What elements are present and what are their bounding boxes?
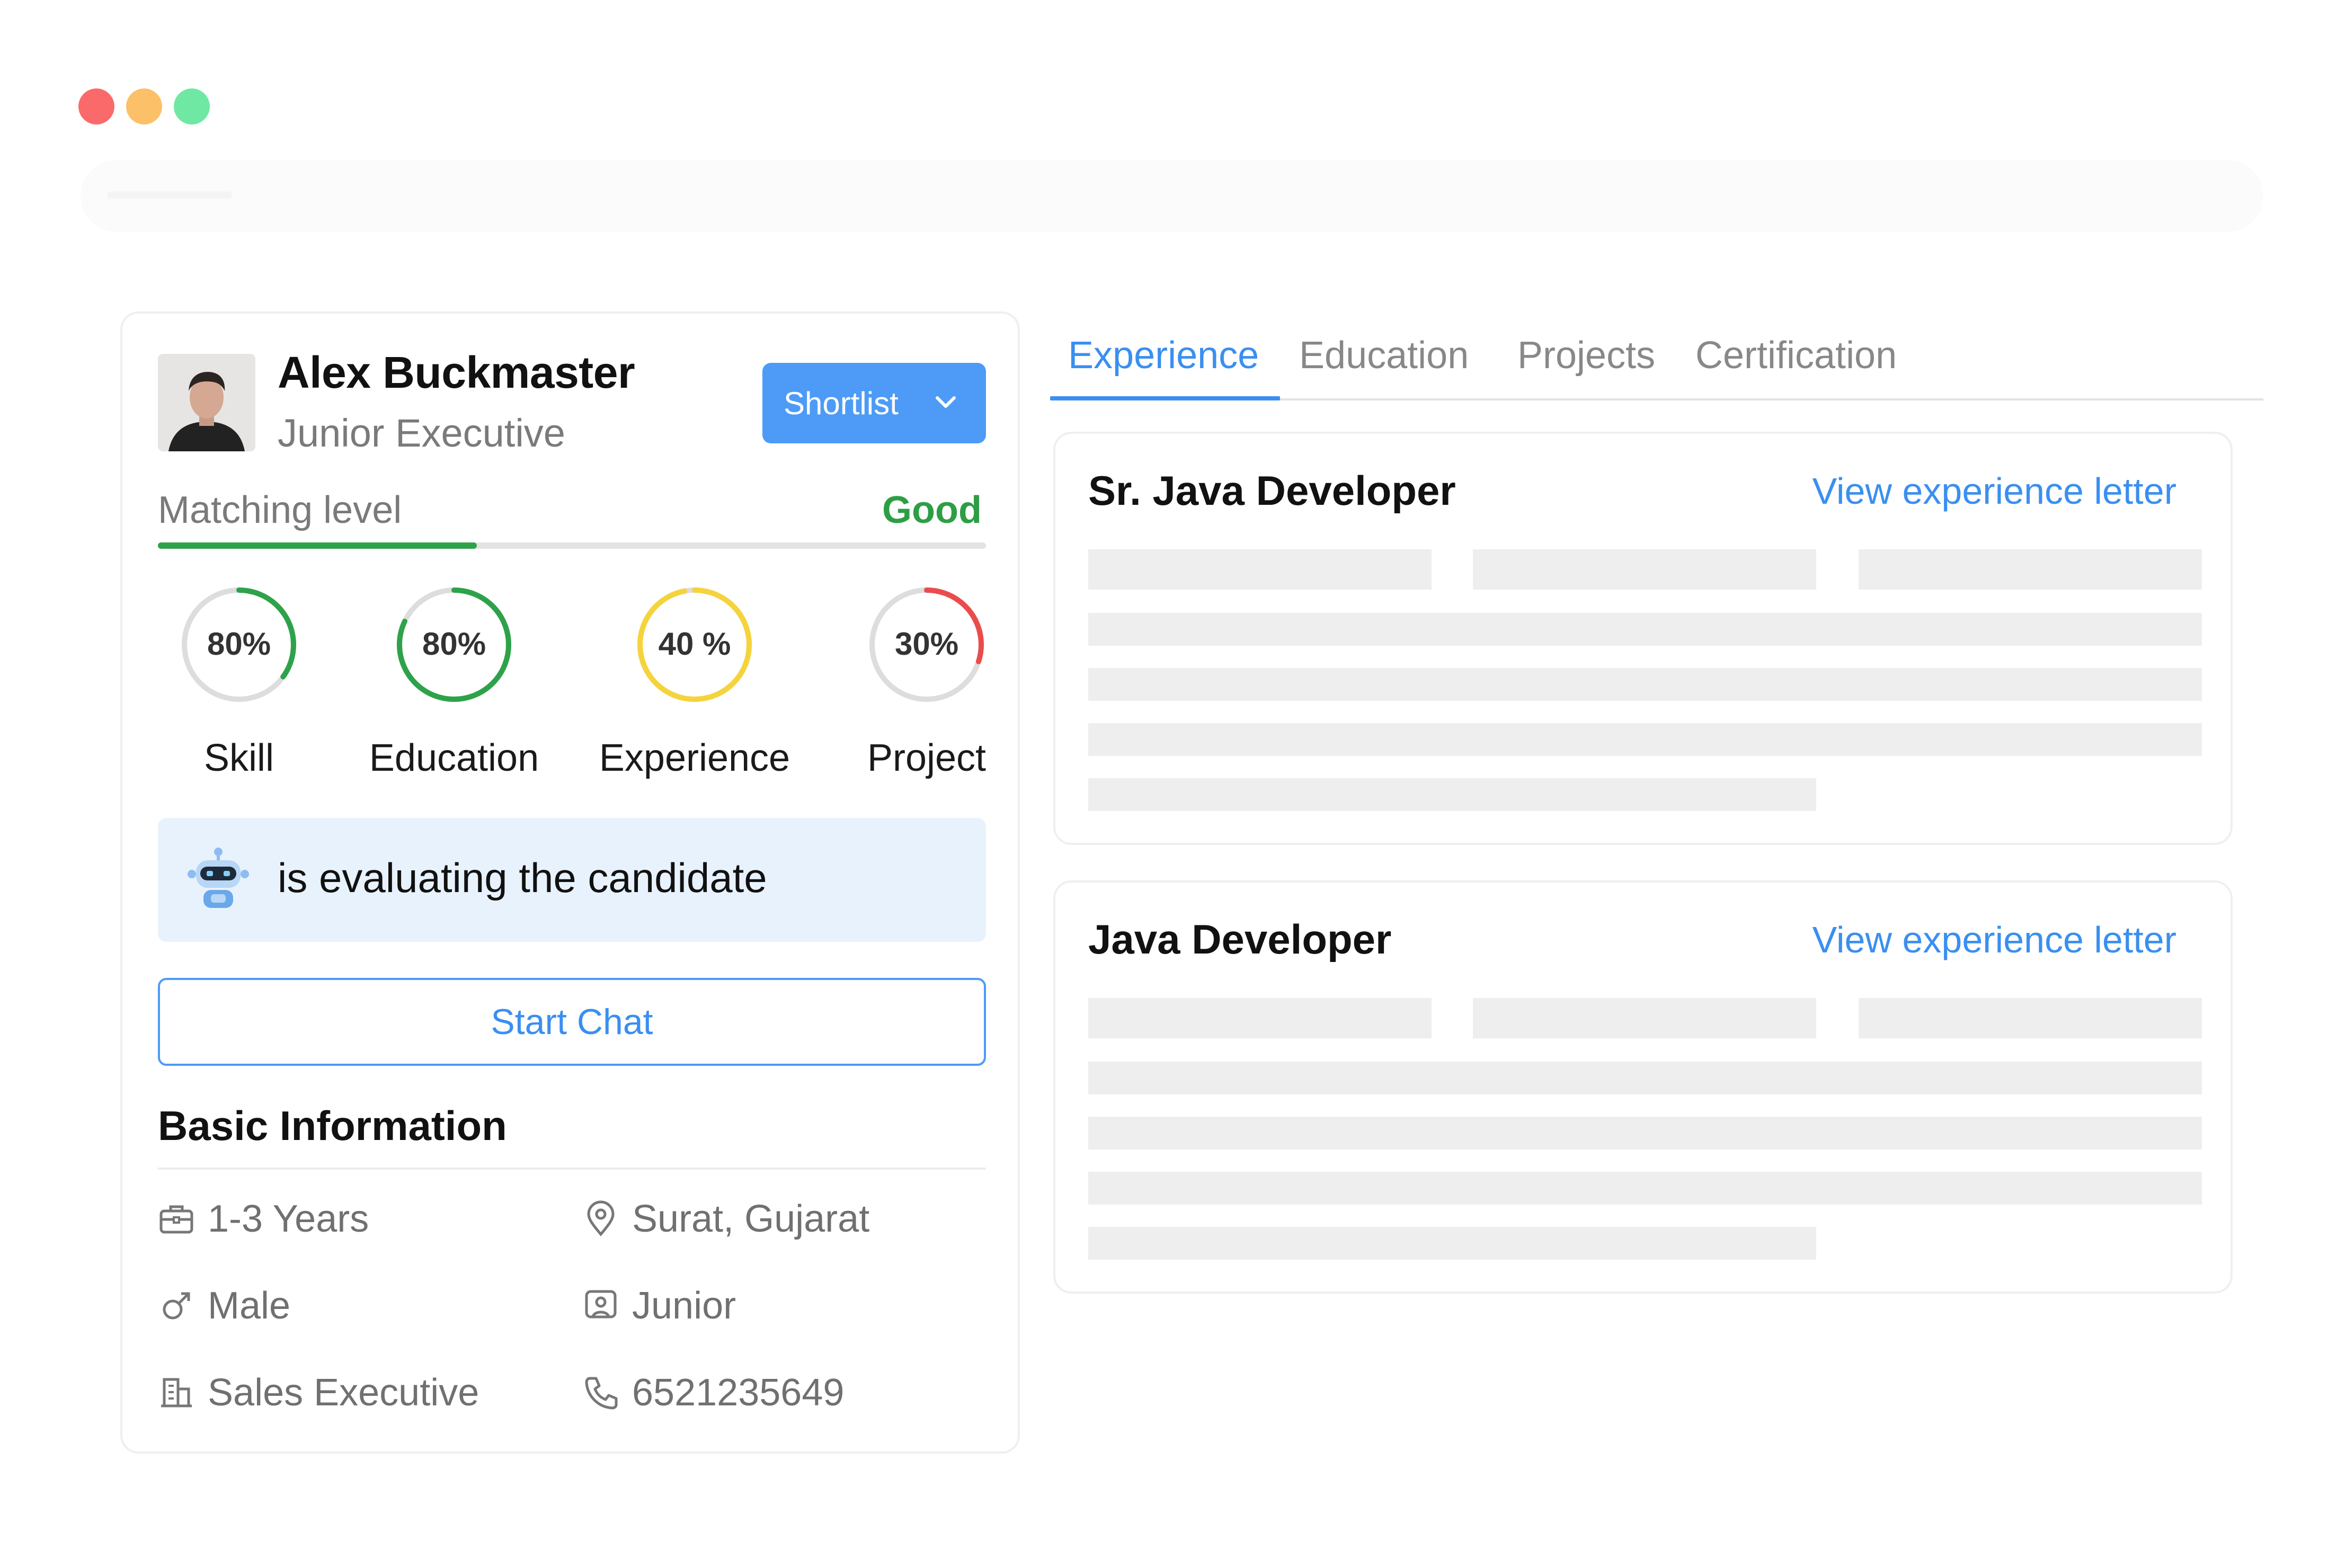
skeleton-line (1088, 668, 2202, 701)
experience-title: Sr. Java Developer (1088, 467, 1456, 514)
skeleton-line (1088, 998, 1432, 1038)
phone-icon (585, 1377, 618, 1410)
project-score-label: Project (867, 737, 987, 779)
phone-value: 6521235649 (632, 1371, 845, 1414)
score-experience: 40 % Experience (594, 584, 795, 780)
experience-score-value: 40 % (658, 626, 731, 662)
skeleton-line (1473, 998, 1816, 1038)
experience-score-label: Experience (599, 737, 790, 779)
skeleton-line (1088, 1062, 2202, 1094)
address-bar[interactable] (81, 161, 2263, 231)
info-location: Surat, Gujarat (582, 1197, 869, 1241)
profile-tabs: Experience Education Projects Certificat… (1050, 318, 2263, 403)
tab-education[interactable]: Education (1299, 334, 1469, 377)
close-window-button[interactable] (78, 88, 114, 124)
tab-projects[interactable]: Projects (1517, 334, 1655, 377)
department-value: Sales Executive (208, 1371, 479, 1414)
robot-icon (188, 848, 249, 908)
location-value: Surat, Gujarat (632, 1198, 870, 1240)
building-icon (161, 1378, 192, 1407)
start-chat-button[interactable]: Start Chat (158, 978, 986, 1066)
education-score-value: 80% (422, 626, 486, 662)
candidate-name: Alex Buckmaster (278, 348, 635, 397)
skeleton-line (1088, 1117, 2202, 1150)
skeleton-line (1088, 549, 1432, 590)
skeleton-line (1859, 549, 2202, 590)
skill-score-label: Skill (203, 737, 274, 779)
evaluation-status-text: is evaluating the candidate (278, 854, 767, 901)
info-phone: 6521235649 (582, 1371, 844, 1414)
minimize-window-button[interactable] (126, 88, 162, 124)
user-badge-icon (585, 1290, 617, 1318)
ai-evaluation-banner: is evaluating the candidate (158, 818, 986, 942)
skeleton-line (1088, 1172, 2202, 1205)
info-department: Sales Executive (158, 1371, 479, 1414)
experience-years: 1-3 Years (208, 1198, 369, 1240)
avatar (158, 354, 255, 451)
skeleton-line (1088, 613, 2202, 646)
tab-certification[interactable]: Certification (1695, 334, 1897, 377)
matching-level-label: Matching level (158, 489, 402, 531)
view-experience-letter-link[interactable]: View experience letter (1812, 919, 2176, 961)
matching-level-value: Good (882, 489, 982, 531)
shortlist-label: Shortlist (784, 385, 899, 421)
skeleton-line (1859, 998, 2202, 1038)
score-skill: 80% Skill (138, 584, 340, 780)
experience-title: Java Developer (1088, 916, 1392, 963)
window-controls (78, 88, 210, 124)
matching-level-fill (158, 542, 477, 549)
skill-score-value: 80% (207, 626, 271, 662)
divider (158, 1168, 986, 1170)
skeleton-line (1473, 549, 1816, 590)
education-score-label: Education (369, 737, 539, 779)
location-pin-icon (587, 1200, 615, 1236)
male-icon (163, 1292, 190, 1320)
skeleton-line (1088, 778, 1816, 811)
candidate-profile-card: Alex Buckmaster Junior Executive Shortli… (120, 311, 1020, 1454)
experience-card: Java Developer View experience letter (1053, 880, 2233, 1294)
score-project: 30% Project (826, 584, 1027, 780)
address-placeholder (107, 191, 232, 199)
info-gender: Male (158, 1284, 290, 1328)
skeleton-line (1088, 723, 2202, 756)
chevron-down-icon (936, 396, 956, 408)
basic-information-heading: Basic Information (158, 1102, 507, 1149)
gender-value: Male (208, 1285, 291, 1327)
shortlist-dropdown-button[interactable]: Shortlist (762, 363, 986, 443)
score-education: 80% Education (353, 584, 555, 780)
maximize-window-button[interactable] (174, 88, 210, 124)
view-experience-letter-link[interactable]: View experience letter (1812, 470, 2176, 512)
info-level: Junior (582, 1284, 736, 1328)
tab-experience[interactable]: Experience (1068, 334, 1259, 377)
briefcase-icon (159, 1205, 193, 1234)
experience-card: Sr. Java Developer View experience lette… (1053, 432, 2233, 845)
level-value: Junior (632, 1285, 736, 1327)
matching-level-bar (158, 542, 986, 549)
active-tab-indicator (1050, 396, 1280, 400)
candidate-role: Junior Executive (278, 411, 565, 455)
skeleton-line (1088, 1227, 1816, 1260)
info-experience: 1-3 Years (158, 1197, 369, 1241)
project-score-value: 30% (894, 626, 959, 662)
